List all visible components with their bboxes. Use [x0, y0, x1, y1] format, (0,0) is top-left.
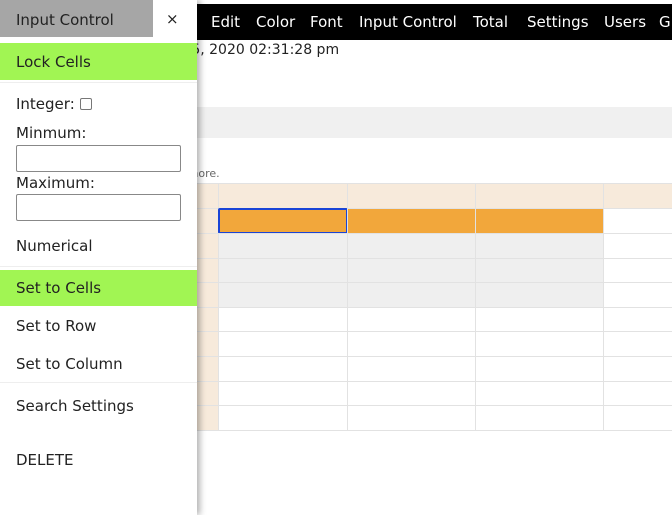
grid-cell[interactable] — [475, 356, 604, 382]
grid-cell[interactable] — [218, 331, 348, 357]
maximum-label: Maximum: — [16, 174, 95, 192]
search-settings-button[interactable]: Search Settings — [0, 397, 197, 415]
menu-settings[interactable]: Settings — [527, 13, 589, 31]
grid-cell[interactable] — [218, 233, 348, 259]
grid-cell[interactable] — [218, 381, 348, 406]
minimum-label: Minmum: — [16, 124, 87, 142]
grid-cell[interactable] — [603, 405, 672, 431]
grid-cell[interactable] — [475, 233, 604, 259]
grid-cell[interactable] — [347, 356, 476, 382]
menu-more[interactable]: G — [659, 13, 671, 31]
menu-color[interactable]: Color — [256, 13, 295, 31]
grid-cell[interactable] — [218, 405, 348, 431]
grid-cell[interactable] — [347, 208, 476, 234]
grid-cell[interactable] — [347, 405, 476, 431]
delete-button[interactable]: DELETE — [0, 451, 197, 469]
grid-cell[interactable] — [603, 233, 672, 259]
grid-cell[interactable] — [347, 307, 476, 332]
grid-cell[interactable] — [603, 258, 672, 283]
grid-cell[interactable] — [475, 282, 604, 308]
set-to-cells-button[interactable]: Set to Cells — [0, 270, 197, 306]
numerical-option[interactable]: Numerical — [0, 237, 197, 255]
menu-edit[interactable]: Edit — [211, 13, 240, 31]
grid-cell[interactable] — [347, 258, 476, 283]
close-icon[interactable]: × — [166, 10, 179, 28]
menu-users[interactable]: Users — [604, 13, 646, 31]
input-control-drawer: Input Control × Lock Cells Integer: Minm… — [0, 0, 197, 515]
column-header-cell[interactable] — [603, 183, 672, 209]
menu-input-control[interactable]: Input Control — [359, 13, 457, 31]
grid-cell[interactable] — [347, 282, 476, 308]
grid-cell[interactable] — [347, 331, 476, 357]
grid-cell[interactable] — [475, 208, 604, 234]
grid-cell[interactable] — [603, 307, 672, 332]
drawer-title: Input Control — [0, 0, 153, 37]
column-header-cell[interactable] — [475, 183, 604, 209]
grid-cell[interactable] — [603, 208, 672, 234]
grid-cell[interactable] — [218, 356, 348, 382]
grid-cell[interactable] — [218, 208, 348, 234]
grid-cell[interactable] — [218, 282, 348, 308]
column-header-cell[interactable] — [347, 183, 476, 209]
maximum-input[interactable] — [16, 194, 181, 221]
set-to-row-button[interactable]: Set to Row — [0, 317, 197, 335]
set-to-column-button[interactable]: Set to Column — [0, 355, 197, 373]
grid-cell[interactable] — [603, 381, 672, 406]
grid-cell[interactable] — [347, 233, 476, 259]
grid-cell[interactable] — [475, 258, 604, 283]
grid-cell[interactable] — [475, 381, 604, 406]
integer-checkbox[interactable] — [79, 98, 92, 110]
minimum-input[interactable] — [16, 145, 181, 172]
lock-cells-button[interactable]: Lock Cells — [0, 43, 197, 80]
grid-cell[interactable] — [347, 381, 476, 406]
menu-total[interactable]: Total — [473, 13, 508, 31]
grid-cell[interactable] — [603, 331, 672, 357]
grid-cell[interactable] — [475, 405, 604, 431]
column-header-cell[interactable] — [218, 183, 348, 209]
integer-row: Integer: — [16, 95, 92, 113]
grid-cell[interactable] — [603, 356, 672, 382]
grid-cell[interactable] — [218, 307, 348, 332]
grid-cell[interactable] — [475, 307, 604, 332]
integer-label: Integer: — [16, 95, 75, 113]
grid-cell[interactable] — [218, 258, 348, 283]
grid-cell[interactable] — [475, 331, 604, 357]
grid-cell[interactable] — [603, 282, 672, 308]
menu-font[interactable]: Font — [310, 13, 343, 31]
